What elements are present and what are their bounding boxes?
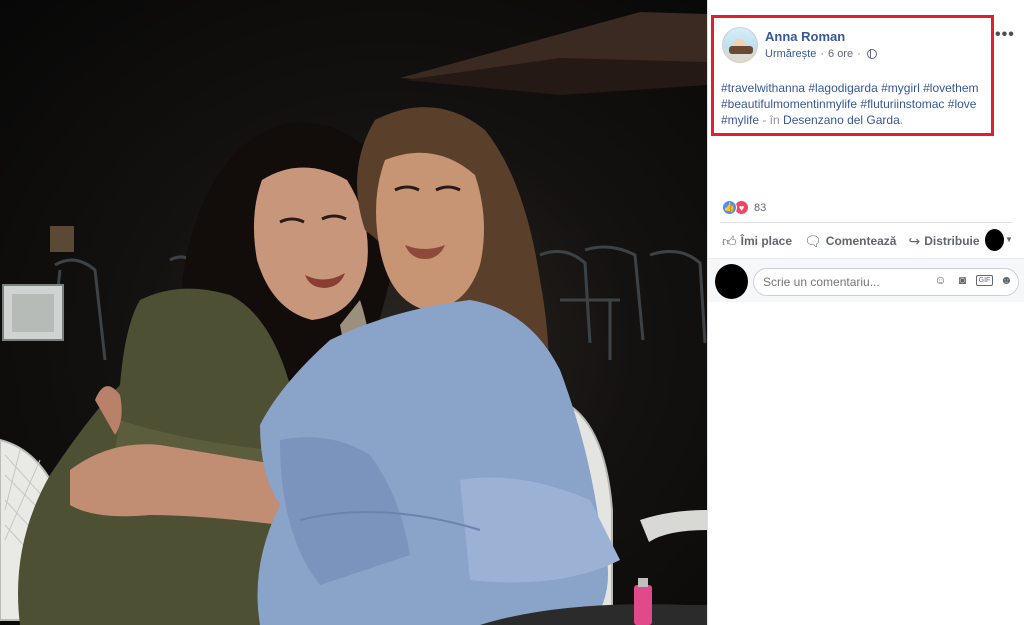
meta-dot: ·	[820, 48, 825, 60]
gif-icon[interactable]: GIF	[976, 275, 993, 286]
camera-icon[interactable]: ◙	[954, 273, 971, 287]
hashtags-line[interactable]: #beautifulmomentinmylife #fluturiinstoma…	[721, 96, 993, 112]
post-text: #travelwithanna #lagodigarda #mygirl #lo…	[721, 80, 993, 128]
hashtags-line[interactable]: #travelwithanna #lagodigarda #mygirl #lo…	[721, 80, 993, 96]
meta-dot: ·	[857, 48, 861, 60]
location-link[interactable]: Desenzano del Garda	[783, 113, 900, 127]
reactions-summary[interactable]: 👍 ♥ 83	[722, 200, 766, 215]
post-panel: Anna Roman Urmărește · 6 ore · ••• #trav…	[707, 0, 1024, 625]
share-as-avatar[interactable]	[985, 229, 1004, 251]
speech-bubble-icon: 🗨︎	[804, 232, 822, 249]
comment-label: Comentează	[825, 234, 897, 248]
reaction-count[interactable]: 83	[754, 202, 766, 214]
like-label: Îmi place	[740, 234, 792, 248]
like-button[interactable]: 👍︎ Îmi place	[722, 233, 792, 250]
more-options-icon[interactable]: •••	[995, 26, 1015, 44]
comment-button[interactable]: 🗨︎ Comentează	[804, 233, 896, 250]
emoji-icon[interactable]: ☺	[932, 273, 949, 287]
chevron-down-icon[interactable]: ▼	[1005, 235, 1013, 244]
globe-icon[interactable]	[866, 49, 877, 59]
location-line: #mylife - în Desenzano del Garda.	[721, 112, 993, 128]
share-button[interactable]: ↪ Distribuie	[908, 233, 979, 250]
author-name[interactable]: Anna Roman	[765, 29, 845, 44]
action-bar: 👍︎ Îmi place 🗨︎ Comentează ↪ Distribuie	[722, 229, 992, 253]
share-label: Distribuie	[924, 234, 980, 248]
location-separator: - în	[759, 113, 784, 127]
panel-empty-area	[708, 302, 1024, 625]
photo-scene	[0, 12, 707, 625]
post-meta: Urmărește · 6 ore ·	[765, 48, 877, 60]
divider	[720, 222, 1012, 223]
author-avatar[interactable]	[722, 27, 758, 63]
follow-link[interactable]: Urmărește	[765, 48, 816, 60]
thumbs-up-icon: 👍︎	[722, 232, 737, 249]
commenter-avatar[interactable]	[715, 264, 748, 299]
like-reaction-icon: 👍	[722, 200, 737, 215]
sticker-icon[interactable]: ☻	[998, 273, 1015, 287]
comment-icons: ☺ ◙ GIF ☻	[932, 273, 1015, 287]
location-end: .	[899, 113, 904, 127]
share-arrow-icon: ↪	[908, 232, 921, 249]
post-photo[interactable]	[0, 0, 707, 625]
post-time[interactable]: 6 ore	[828, 48, 853, 60]
hashtag[interactable]: #mylife	[721, 113, 759, 127]
